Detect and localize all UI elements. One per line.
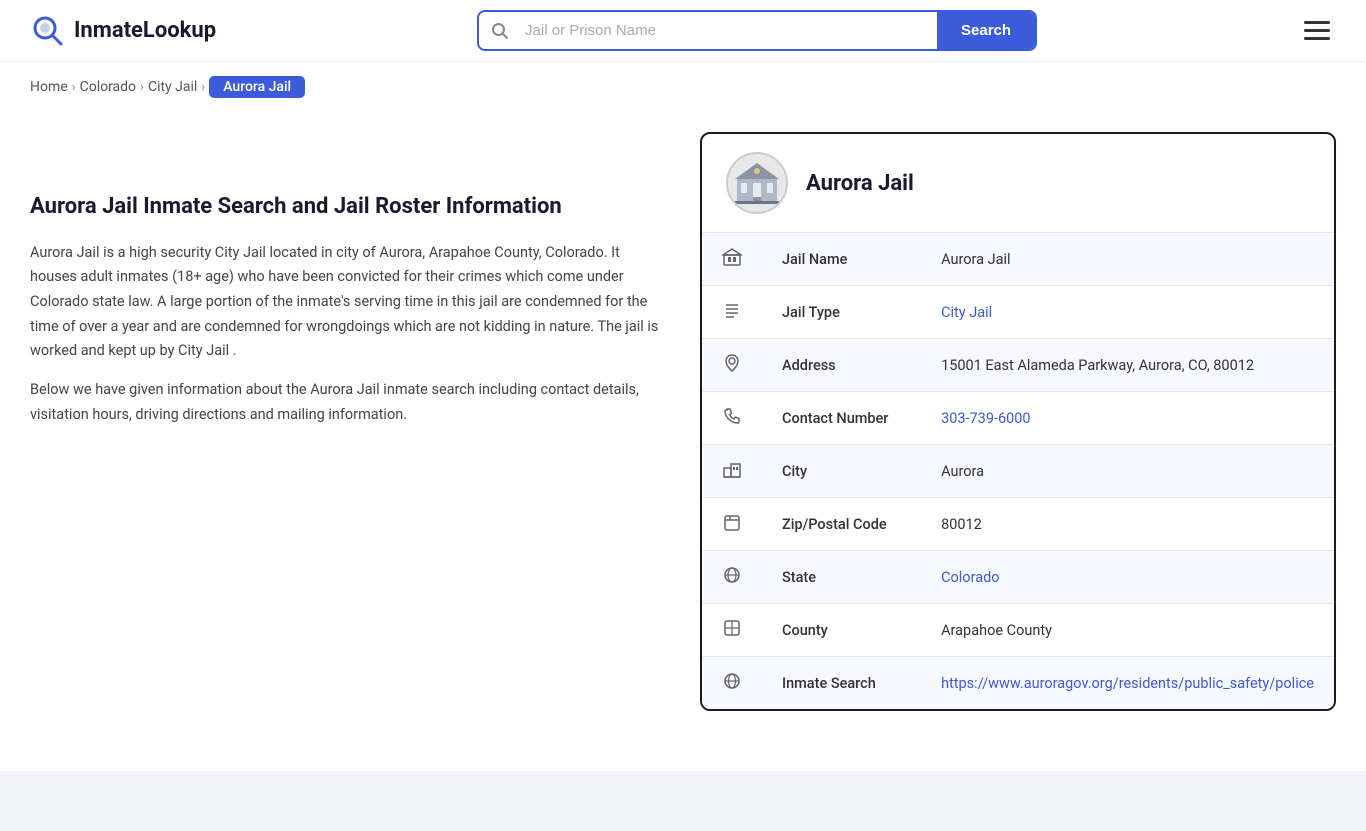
main-content: Aurora Jail Inmate Search and Jail Roste… bbox=[0, 112, 1366, 751]
breadcrumb-current: Aurora Jail bbox=[209, 76, 305, 98]
logo[interactable]: InmateLookup bbox=[30, 13, 216, 49]
table-row: CityAurora bbox=[702, 445, 1334, 498]
breadcrumb-sep-3: › bbox=[201, 80, 205, 95]
jail-icon bbox=[702, 233, 762, 286]
description-para-1: Aurora Jail is a high security City Jail… bbox=[30, 241, 670, 364]
hamburger-line-1 bbox=[1304, 21, 1330, 24]
row-value[interactable]: https://www.auroragov.org/residents/publ… bbox=[921, 657, 1334, 710]
search-input[interactable] bbox=[521, 12, 937, 49]
info-table: Jail NameAurora JailJail TypeCity JailAd… bbox=[702, 233, 1334, 709]
hamburger-line-3 bbox=[1304, 37, 1330, 40]
phone-icon bbox=[702, 392, 762, 445]
zip-icon bbox=[702, 498, 762, 551]
county-icon bbox=[702, 604, 762, 657]
breadcrumb-colorado[interactable]: Colorado bbox=[80, 79, 136, 95]
table-row: CountyArapahoe County bbox=[702, 604, 1334, 657]
table-row: Inmate Searchhttps://www.auroragov.org/r… bbox=[702, 657, 1334, 710]
table-row: Jail NameAurora Jail bbox=[702, 233, 1334, 286]
header: InmateLookup Search bbox=[0, 0, 1366, 62]
row-label: County bbox=[762, 604, 921, 657]
table-row: Zip/Postal Code80012 bbox=[702, 498, 1334, 551]
row-label: Inmate Search bbox=[762, 657, 921, 710]
breadcrumb: Home › Colorado › City Jail › Aurora Jai… bbox=[0, 62, 1366, 112]
logo-text: InmateLookup bbox=[74, 18, 216, 43]
card-header: Aurora Jail bbox=[702, 134, 1334, 233]
row-value[interactable]: City Jail bbox=[921, 286, 1334, 339]
list-icon bbox=[702, 286, 762, 339]
breadcrumb-home[interactable]: Home bbox=[30, 79, 68, 95]
card-title: Aurora Jail bbox=[806, 171, 914, 196]
description-para-2: Below we have given information about th… bbox=[30, 378, 670, 427]
table-row: StateColorado bbox=[702, 551, 1334, 604]
row-label: Contact Number bbox=[762, 392, 921, 445]
state-icon bbox=[702, 551, 762, 604]
city-icon bbox=[702, 445, 762, 498]
breadcrumb-sep-2: › bbox=[140, 80, 144, 95]
row-label: Zip/Postal Code bbox=[762, 498, 921, 551]
row-label: Jail Name bbox=[762, 233, 921, 286]
location-icon bbox=[702, 339, 762, 392]
row-value[interactable]: Colorado bbox=[921, 551, 1334, 604]
table-row: Jail TypeCity Jail bbox=[702, 286, 1334, 339]
info-card: Aurora Jail Jail NameAurora JailJail Typ… bbox=[700, 132, 1336, 711]
row-value: Aurora Jail bbox=[921, 233, 1334, 286]
row-label: State bbox=[762, 551, 921, 604]
search-button[interactable]: Search bbox=[937, 12, 1035, 49]
left-panel: Aurora Jail Inmate Search and Jail Roste… bbox=[30, 132, 670, 711]
row-label: Jail Type bbox=[762, 286, 921, 339]
hamburger-menu[interactable] bbox=[1298, 15, 1336, 46]
row-value[interactable]: 303-739-6000 bbox=[921, 392, 1334, 445]
jail-avatar bbox=[726, 152, 788, 214]
search-icon bbox=[479, 22, 521, 40]
hamburger-line-2 bbox=[1304, 29, 1330, 32]
row-label: City bbox=[762, 445, 921, 498]
row-value: Arapahoe County bbox=[921, 604, 1334, 657]
row-label: Address bbox=[762, 339, 921, 392]
globe-icon bbox=[702, 657, 762, 710]
table-row: Contact Number303-739-6000 bbox=[702, 392, 1334, 445]
breadcrumb-sep-1: › bbox=[72, 80, 76, 95]
breadcrumb-city-jail[interactable]: City Jail bbox=[148, 79, 197, 95]
page-heading: Aurora Jail Inmate Search and Jail Roste… bbox=[30, 192, 670, 223]
row-value: Aurora bbox=[921, 445, 1334, 498]
logo-icon bbox=[30, 13, 66, 49]
search-bar: Search bbox=[477, 10, 1037, 51]
table-row: Address15001 East Alameda Parkway, Auror… bbox=[702, 339, 1334, 392]
row-value: 15001 East Alameda Parkway, Aurora, CO, … bbox=[921, 339, 1334, 392]
row-value: 80012 bbox=[921, 498, 1334, 551]
footer-bar bbox=[0, 771, 1366, 831]
